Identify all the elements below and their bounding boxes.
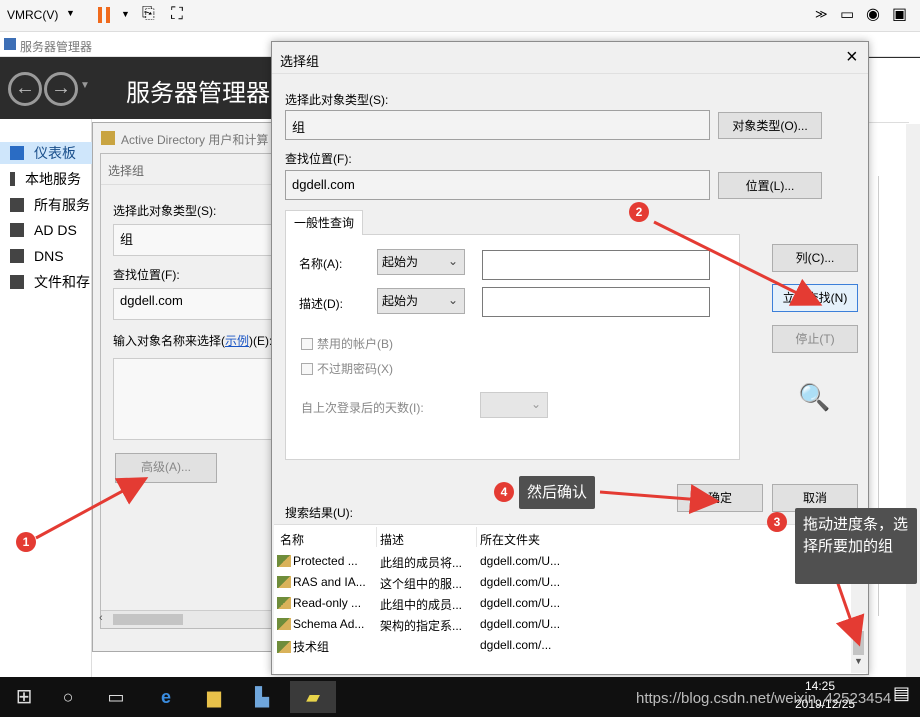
arrow-1: [35, 477, 149, 540]
arrow-4: [599, 484, 720, 515]
annotation-arrows: [35, 220, 865, 647]
taskbar: ⊞ ○ ▭ e ▆ ▙ ▰ 14:25 2019/12/25 https://b…: [0, 677, 920, 717]
annotation-note-3: 拖动进度条，选择所要加的组: [795, 508, 917, 584]
step-badge-2: 2: [629, 202, 649, 222]
windows-start-icon[interactable]: ⊞: [8, 681, 40, 713]
arrow-2: [653, 220, 823, 306]
step-badge-3: 3: [767, 512, 787, 532]
server-manager-icon[interactable]: ▙: [246, 681, 278, 713]
annotation-note-4: 然后确认: [519, 476, 596, 509]
ad-users-taskbar-icon[interactable]: ▰: [290, 681, 336, 713]
step-badge-4: 4: [494, 482, 514, 502]
task-view-icon[interactable]: ▭: [100, 681, 132, 713]
watermark: https://blog.csdn.net/weixin_42523454: [636, 690, 892, 707]
notification-icon[interactable]: ▤: [893, 683, 910, 704]
ie-browser-icon[interactable]: e: [150, 681, 182, 713]
file-explorer-icon[interactable]: ▆: [198, 681, 230, 713]
search-icon[interactable]: ○: [52, 681, 84, 713]
step-badge-1: 1: [16, 532, 36, 552]
